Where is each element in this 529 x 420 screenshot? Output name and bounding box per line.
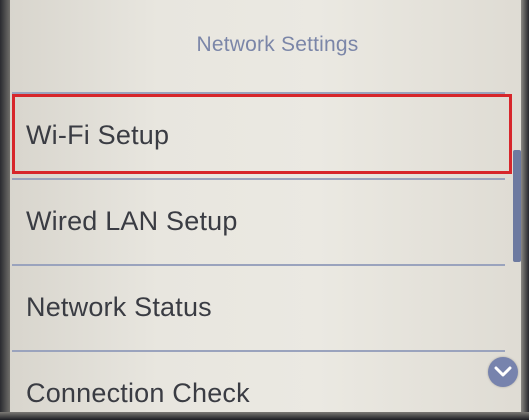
- scroll-down-button[interactable]: [488, 357, 518, 387]
- screen-bezel-left: [0, 0, 10, 420]
- page-title: Network Settings: [196, 33, 359, 56]
- chevron-down-icon: [494, 366, 512, 377]
- printer-screen: Network Settings Wi-Fi Setup Wired LAN S…: [0, 0, 529, 420]
- menu-item-label: Wired LAN Setup: [26, 205, 238, 236]
- settings-menu-list: Wi-Fi Setup Wired LAN Setup Network Stat…: [10, 92, 521, 420]
- menu-item-connection-check[interactable]: Connection Check: [10, 350, 521, 420]
- selection-highlight: [12, 94, 512, 174]
- menu-item-label: Connection Check: [26, 377, 250, 408]
- menu-item-network-status[interactable]: Network Status: [10, 264, 521, 350]
- menu-item-label: Network Status: [26, 291, 212, 322]
- menu-item-wifi-setup[interactable]: Wi-Fi Setup: [10, 92, 521, 178]
- screen-header: Network Settings: [10, 0, 521, 92]
- screen-bezel-right: [521, 0, 529, 420]
- menu-item-wired-lan-setup[interactable]: Wired LAN Setup: [10, 178, 521, 264]
- scrollbar-thumb[interactable]: [513, 150, 521, 262]
